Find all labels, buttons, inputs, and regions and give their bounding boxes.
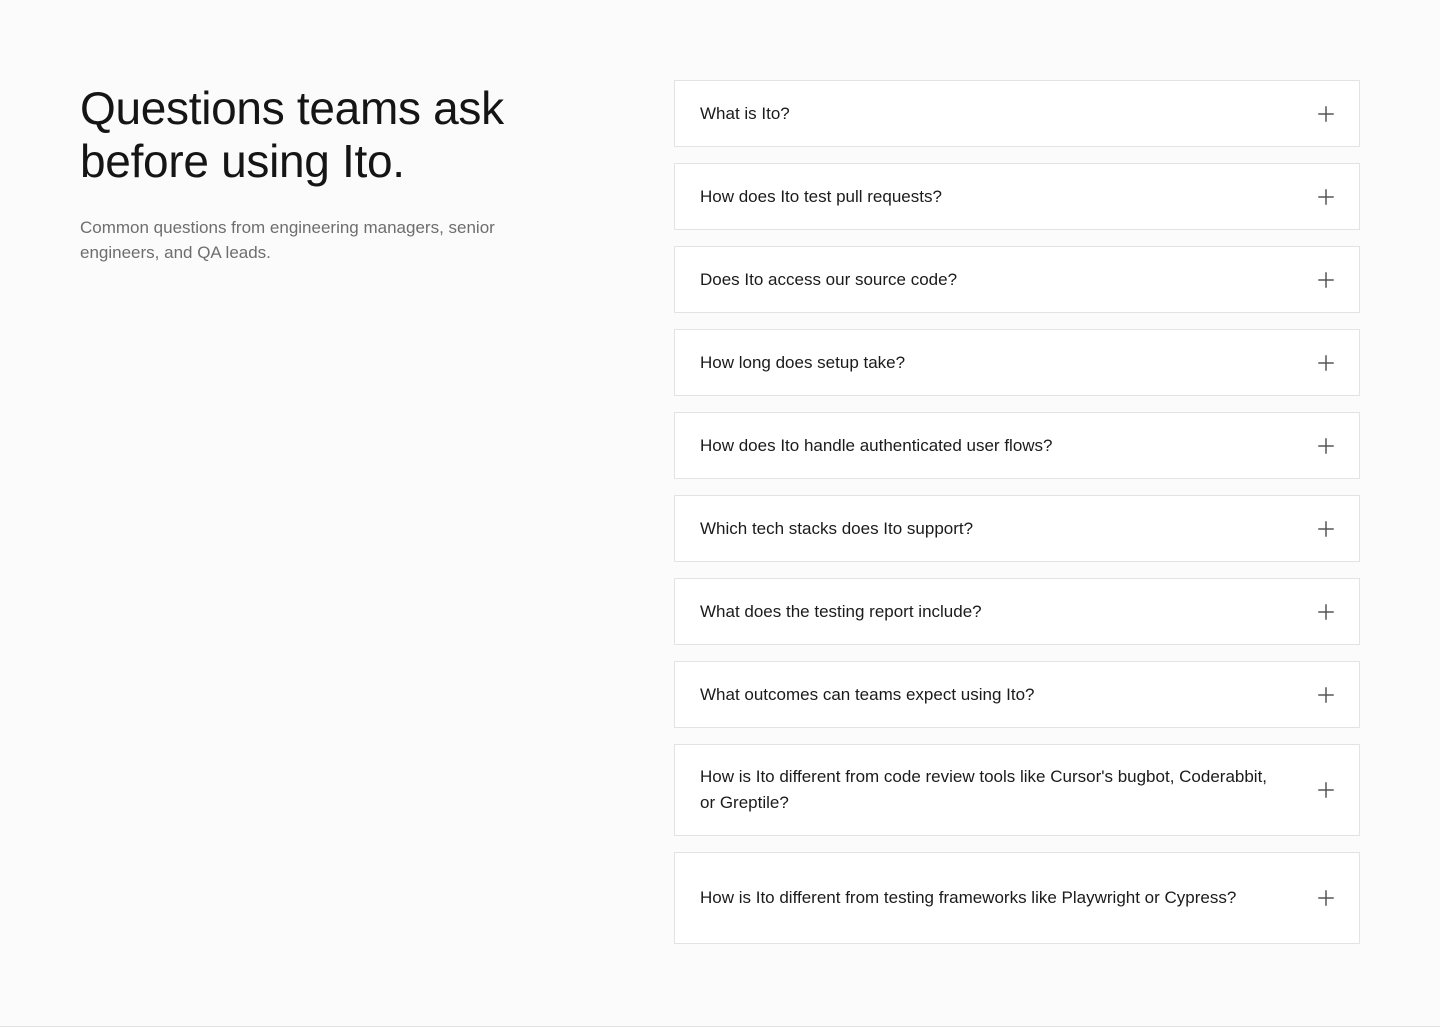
plus-icon[interactable] — [1317, 354, 1335, 372]
faq-item-code-review-comparison[interactable]: How is Ito different from code review to… — [674, 744, 1360, 836]
faq-question: What does the testing report include? — [700, 601, 982, 621]
faq-question: How is Ito different from testing framew… — [700, 888, 1237, 907]
faq-item-expected-outcomes[interactable]: What outcomes can teams expect using Ito… — [674, 661, 1360, 728]
faq-item-tech-stacks[interactable]: Which tech stacks does Ito support? — [674, 495, 1360, 562]
faq-question: What outcomes can teams expect using Ito… — [700, 684, 1035, 704]
faq-item-test-pull-requests[interactable]: How does Ito test pull requests? — [674, 163, 1360, 230]
plus-icon[interactable] — [1317, 188, 1335, 206]
faq-question: How is Ito different from code review to… — [700, 767, 1268, 812]
plus-icon[interactable] — [1317, 781, 1335, 799]
faq-item-setup-time[interactable]: How long does setup take? — [674, 329, 1360, 396]
plus-icon[interactable] — [1317, 437, 1335, 455]
section-title: Questions teams ask before using Ito. — [80, 82, 580, 188]
plus-icon[interactable] — [1317, 271, 1335, 289]
plus-icon[interactable] — [1317, 105, 1335, 123]
faq-section: Questions teams ask before using Ito. Co… — [0, 0, 1440, 1027]
plus-icon[interactable] — [1317, 603, 1335, 621]
faq-question: How long does setup take? — [700, 352, 906, 372]
faq-item-source-code-access[interactable]: Does Ito access our source code? — [674, 246, 1360, 313]
faq-question: How does Ito test pull requests? — [700, 186, 942, 206]
plus-icon[interactable] — [1317, 889, 1335, 907]
section-subtitle: Common questions from engineering manage… — [80, 218, 495, 262]
section-title-line-1: Questions teams ask — [80, 82, 504, 134]
section-title-line-2: before using Ito. — [80, 135, 405, 187]
faq-question: Does Ito access our source code? — [700, 269, 958, 289]
faq-question: What is Ito? — [700, 103, 790, 123]
plus-icon[interactable] — [1317, 520, 1335, 538]
faq-question: Which tech stacks does Ito support? — [700, 518, 974, 538]
faq-intro: Questions teams ask before using Ito. Co… — [80, 82, 580, 265]
faq-item-testing-framework-comparison[interactable]: How is Ito different from testing framew… — [674, 852, 1360, 944]
plus-icon[interactable] — [1317, 686, 1335, 704]
faq-list: What is Ito? How does Ito test pull requ… — [674, 80, 1360, 960]
faq-item-what-is-ito[interactable]: What is Ito? — [674, 80, 1360, 147]
faq-question: How does Ito handle authenticated user f… — [700, 435, 1053, 455]
faq-item-authenticated-flows[interactable]: How does Ito handle authenticated user f… — [674, 412, 1360, 479]
faq-item-testing-report[interactable]: What does the testing report include? — [674, 578, 1360, 645]
